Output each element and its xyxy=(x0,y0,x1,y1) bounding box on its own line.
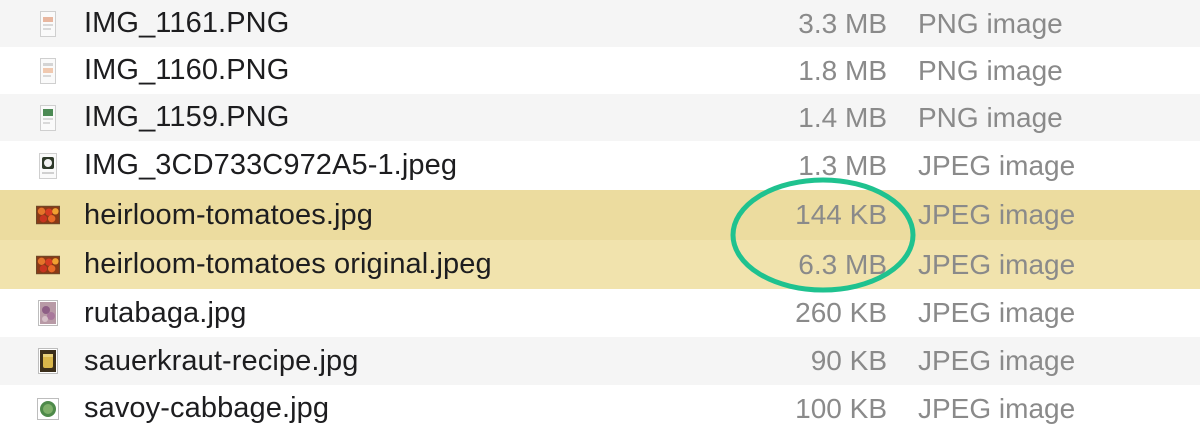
file-row[interactable]: rutabaga.jpg 260 KB JPEG image xyxy=(0,289,1200,337)
file-size: 1.4 MB xyxy=(798,101,887,133)
file-row[interactable]: savoy-cabbage.jpg 100 KB JPEG image xyxy=(0,385,1200,432)
file-size: 260 KB xyxy=(795,297,887,328)
file-kind: JPEG image xyxy=(918,248,1076,280)
file-size: 1.8 MB xyxy=(798,54,887,86)
tomatoes-thumbnail-icon xyxy=(36,202,60,228)
file-row[interactable]: sauerkraut-recipe.jpg 90 KB JPEG image xyxy=(0,337,1200,385)
file-name: rutabaga.jpg xyxy=(84,296,247,329)
file-size: 3.3 MB xyxy=(798,7,887,39)
file-kind: JPEG image xyxy=(918,199,1076,230)
tomatoes-thumbnail-icon xyxy=(36,252,60,278)
file-name: heirloom-tomatoes.jpg xyxy=(84,198,374,231)
file-row-selected[interactable]: heirloom-tomatoes.jpg 144 KB JPEG image xyxy=(0,190,1200,240)
file-row[interactable]: IMG_3CD733C972A5-1.jpeg 1.3 MB JPEG imag… xyxy=(0,141,1200,190)
file-row[interactable]: IMG_1160.PNG 1.8 MB PNG image xyxy=(0,47,1200,94)
file-size: 90 KB xyxy=(810,345,887,376)
file-name: IMG_1160.PNG xyxy=(84,54,290,86)
file-size: 1.3 MB xyxy=(798,149,887,181)
file-name: heirloom-tomatoes original.jpeg xyxy=(84,248,492,280)
file-kind: JPEG image xyxy=(918,392,1076,424)
file-row-selected[interactable]: heirloom-tomatoes original.jpeg 6.3 MB J… xyxy=(0,240,1200,289)
file-kind: JPEG image xyxy=(918,345,1076,376)
file-row[interactable]: IMG_1161.PNG 3.3 MB PNG image xyxy=(0,0,1200,47)
file-size: 6.3 MB xyxy=(798,248,887,280)
png-thumbnail-icon xyxy=(36,104,60,131)
file-kind: PNG image xyxy=(918,54,1063,86)
cabbage-thumbnail-icon xyxy=(36,396,60,422)
file-name: sauerkraut-recipe.jpg xyxy=(84,344,359,377)
png-thumbnail-icon xyxy=(36,10,60,37)
png-thumbnail-icon xyxy=(36,57,60,84)
file-kind: JPEG image xyxy=(918,149,1076,181)
file-name: savoy-cabbage.jpg xyxy=(84,392,330,424)
jpeg-thumbnail-icon xyxy=(36,152,60,179)
file-kind: JPEG image xyxy=(918,297,1076,328)
file-row[interactable]: IMG_1159.PNG 1.4 MB PNG image xyxy=(0,94,1200,141)
file-size: 144 KB xyxy=(795,199,887,230)
file-name: IMG_1159.PNG xyxy=(84,101,290,133)
file-kind: PNG image xyxy=(918,101,1063,133)
sauerkraut-thumbnail-icon xyxy=(36,348,60,374)
file-name: IMG_1161.PNG xyxy=(84,7,290,39)
file-kind: PNG image xyxy=(918,7,1063,39)
rutabaga-thumbnail-icon xyxy=(36,300,60,326)
file-size: 100 KB xyxy=(795,392,887,424)
file-name: IMG_3CD733C972A5-1.jpeg xyxy=(84,149,458,181)
